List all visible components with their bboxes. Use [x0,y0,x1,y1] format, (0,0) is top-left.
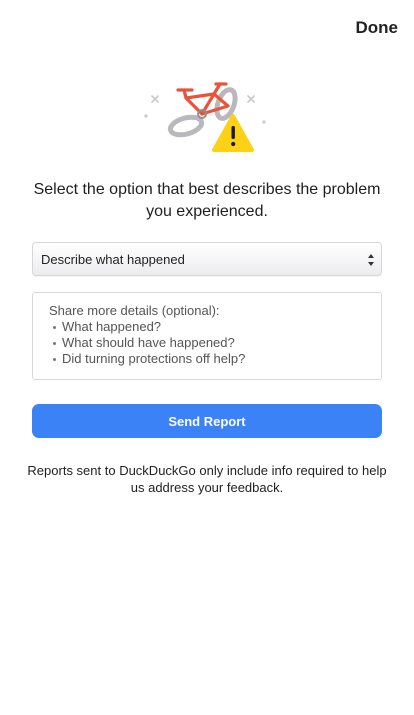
details-textarea[interactable]: Share more details (optional): What happ… [32,292,382,380]
details-placeholder-item: What happened? [53,319,365,335]
broken-bike-warning-icon [144,82,266,152]
problem-prompt: Select the option that best describes th… [33,181,381,220]
details-placeholder-list: What happened? What should have happened… [49,319,365,367]
details-placeholder-heading: Share more details (optional): [49,303,220,318]
problem-category-select[interactable]: Describe what happened [32,242,382,276]
details-placeholder-item: Did turning protections off help? [53,351,365,367]
done-button[interactable]: Done [356,18,399,38]
privacy-note: Reports sent to DuckDuckGo only include … [27,463,387,495]
details-placeholder-item: What should have happened? [53,335,365,351]
send-report-button[interactable]: Send Report [32,404,382,438]
select-arrows-icon [368,254,374,266]
select-value: Describe what happened [41,251,185,267]
